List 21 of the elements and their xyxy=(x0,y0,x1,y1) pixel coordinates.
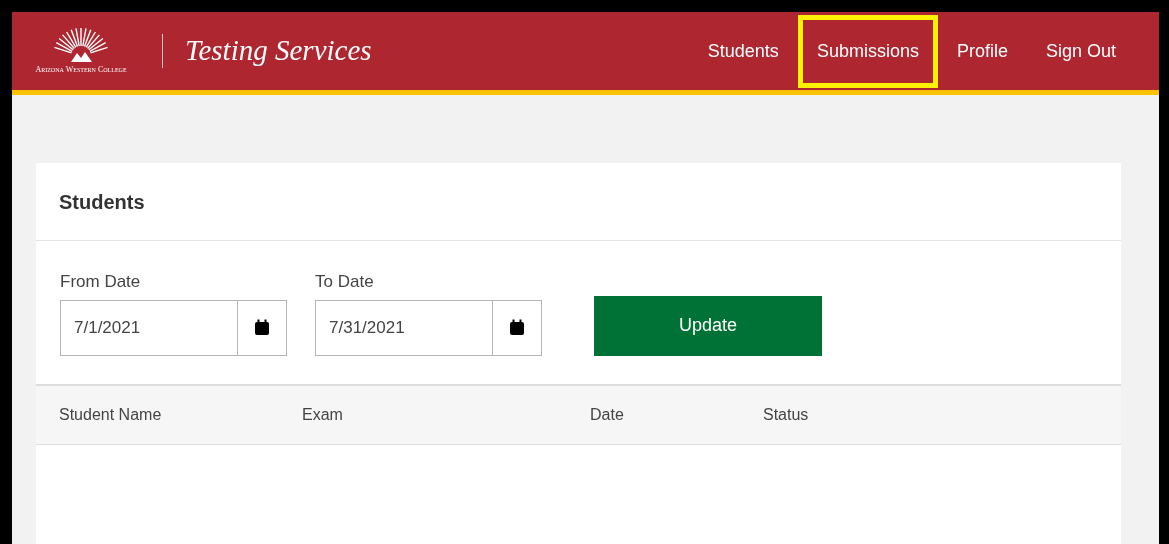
nav-link[interactable]: Profile xyxy=(937,24,1027,78)
update-button[interactable]: Update xyxy=(594,295,822,356)
date-field[interactable]: 7/31/2021 xyxy=(315,299,492,356)
college-name: Arizona Western College xyxy=(35,64,127,76)
column-header[interactable]: Status xyxy=(763,405,809,423)
column-header[interactable]: Exam xyxy=(302,405,343,423)
nav-link[interactable]: Sign Out xyxy=(1026,24,1135,78)
site-title: Testing Services xyxy=(185,33,372,69)
date-field[interactable]: 7/1/2021 xyxy=(60,299,237,356)
calendar-button[interactable] xyxy=(237,299,287,356)
calendar-icon xyxy=(254,319,270,336)
nav-link[interactable]: Students xyxy=(688,24,798,78)
field-label: To Date xyxy=(315,272,374,291)
field-label: From Date xyxy=(60,272,141,291)
panel-title: Students xyxy=(59,189,145,215)
calendar-button[interactable] xyxy=(492,299,542,356)
sunburst-logo-icon xyxy=(51,26,111,64)
column-header[interactable]: Date xyxy=(590,405,624,423)
calendar-icon xyxy=(509,319,525,336)
nav-link[interactable]: Submissions xyxy=(797,14,938,88)
column-header[interactable]: Student Name xyxy=(59,405,162,423)
